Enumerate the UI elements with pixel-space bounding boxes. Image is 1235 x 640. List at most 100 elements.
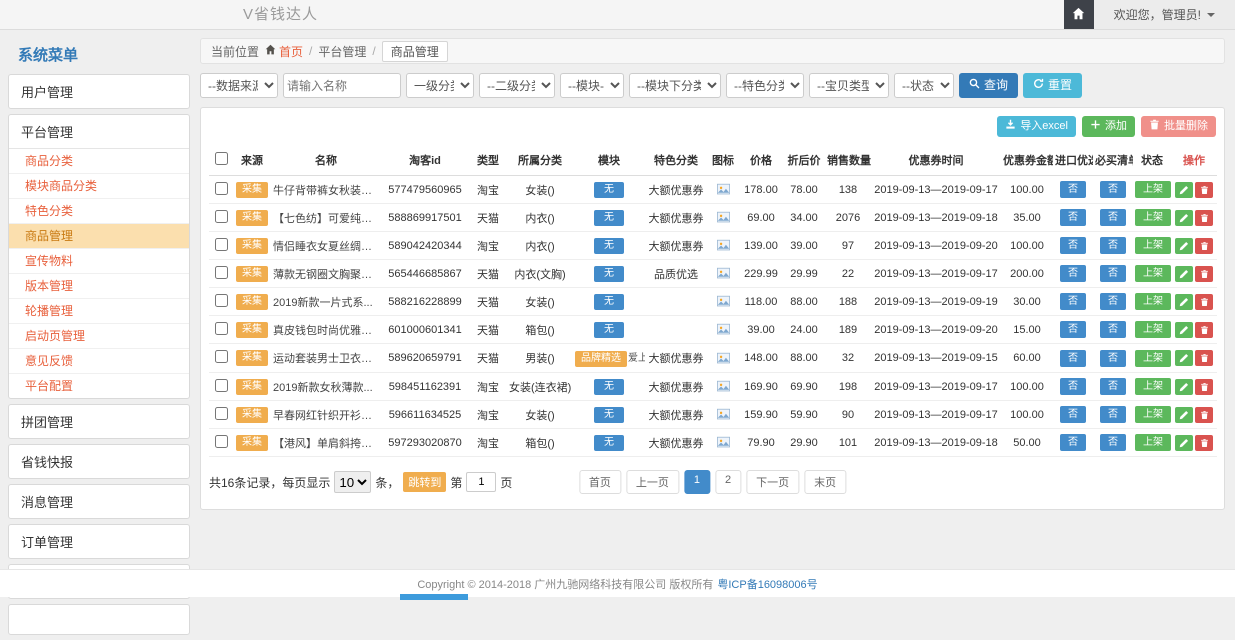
delete-icon[interactable]	[1195, 379, 1213, 395]
user-menu[interactable]: 欢迎您，管理员!	[1094, 0, 1235, 29]
name-search-input[interactable]	[283, 73, 401, 98]
delete-icon[interactable]	[1195, 266, 1213, 282]
status-button[interactable]: 上架	[1135, 406, 1171, 423]
delete-icon[interactable]	[1195, 294, 1213, 310]
sidebar-subitem[interactable]: 版本管理	[9, 274, 189, 299]
search-button[interactable]: 查询	[959, 73, 1018, 97]
row-checkbox[interactable]	[215, 266, 228, 279]
status-button[interactable]: 上架	[1135, 378, 1171, 395]
module-subcategory-filter[interactable]: --模块下分类--	[629, 73, 721, 98]
import-select-toggle-button[interactable]: 否	[1060, 406, 1086, 423]
status-button[interactable]: 上架	[1135, 350, 1171, 367]
add-button[interactable]: 添加	[1082, 116, 1135, 137]
page-number-input[interactable]	[466, 472, 496, 492]
delete-icon[interactable]	[1195, 210, 1213, 226]
icp-link[interactable]: 粤ICP备16098006号	[717, 576, 817, 592]
pagination-button[interactable]: 1	[684, 470, 710, 494]
edit-icon[interactable]	[1175, 322, 1193, 338]
delete-icon[interactable]	[1195, 238, 1213, 254]
sidebar-subitem[interactable]: 商品管理	[9, 224, 189, 249]
sidebar-subitem[interactable]: 意见反馈	[9, 349, 189, 374]
jump-label[interactable]: 跳转到	[403, 472, 446, 492]
must-buy-toggle-button[interactable]: 否	[1100, 350, 1126, 367]
feature-category-filter[interactable]: --特色分类--	[726, 73, 804, 98]
sidebar-subitem[interactable]: 启动页管理	[9, 324, 189, 349]
import-select-toggle-button[interactable]: 否	[1060, 321, 1086, 338]
import-select-toggle-button[interactable]: 否	[1060, 237, 1086, 254]
level2-category-filter[interactable]: --二级分类--	[479, 73, 555, 98]
edit-icon[interactable]	[1175, 238, 1193, 254]
sidebar-item[interactable]: 拼团管理	[9, 405, 189, 438]
edit-icon[interactable]	[1175, 294, 1193, 310]
must-buy-toggle-button[interactable]: 否	[1100, 181, 1126, 198]
delete-icon[interactable]	[1195, 435, 1213, 451]
row-checkbox[interactable]	[215, 322, 228, 335]
module-filter[interactable]: --模块--	[560, 73, 624, 98]
edit-icon[interactable]	[1175, 350, 1193, 366]
status-button[interactable]: 上架	[1135, 265, 1171, 282]
import-select-toggle-button[interactable]: 否	[1060, 265, 1086, 282]
sidebar-item[interactable]: 平台管理	[9, 115, 189, 148]
pagination-button[interactable]: 上一页	[626, 470, 679, 494]
sidebar-subitem[interactable]: 轮播管理	[9, 299, 189, 324]
sidebar-subitem[interactable]: 商品分类	[9, 149, 189, 174]
pagination-button[interactable]: 末页	[804, 470, 846, 494]
sidebar-subitem[interactable]: 特色分类	[9, 199, 189, 224]
sidebar-item[interactable]: 用户管理	[9, 75, 189, 108]
sidebar-item[interactable]: 订单管理	[9, 525, 189, 558]
edit-icon[interactable]	[1175, 210, 1193, 226]
edit-icon[interactable]	[1175, 435, 1193, 451]
must-buy-toggle-button[interactable]: 否	[1100, 406, 1126, 423]
row-checkbox[interactable]	[215, 407, 228, 420]
sidebar-subitem[interactable]: 模块商品分类	[9, 174, 189, 199]
edit-icon[interactable]	[1175, 266, 1193, 282]
must-buy-toggle-button[interactable]: 否	[1100, 237, 1126, 254]
status-button[interactable]: 上架	[1135, 209, 1171, 226]
must-buy-toggle-button[interactable]: 否	[1100, 378, 1126, 395]
status-button[interactable]: 上架	[1135, 321, 1171, 338]
must-buy-toggle-button[interactable]: 否	[1100, 209, 1126, 226]
pagination-button[interactable]: 首页	[579, 470, 621, 494]
import-select-toggle-button[interactable]: 否	[1060, 209, 1086, 226]
sidebar-item[interactable]	[9, 605, 189, 634]
item-type-filter[interactable]: --宝贝类型--	[809, 73, 889, 98]
delete-icon[interactable]	[1195, 407, 1213, 423]
import-select-toggle-button[interactable]: 否	[1060, 378, 1086, 395]
data-source-filter[interactable]: --数据来源--	[200, 73, 278, 98]
edit-icon[interactable]	[1175, 182, 1193, 198]
delete-icon[interactable]	[1195, 350, 1213, 366]
import-excel-button[interactable]: 导入excel	[997, 116, 1076, 137]
pagination-button[interactable]: 下一页	[746, 470, 799, 494]
row-checkbox[interactable]	[215, 294, 228, 307]
row-checkbox[interactable]	[215, 350, 228, 363]
edit-icon[interactable]	[1175, 407, 1193, 423]
sidebar-subitem[interactable]: 平台配置	[9, 374, 189, 398]
row-checkbox[interactable]	[215, 379, 228, 392]
import-select-toggle-button[interactable]: 否	[1060, 181, 1086, 198]
page-size-select[interactable]: 10	[334, 471, 371, 493]
status-button[interactable]: 上架	[1135, 237, 1171, 254]
sidebar-item[interactable]: 消息管理	[9, 485, 189, 518]
status-button[interactable]: 上架	[1135, 181, 1171, 198]
reset-button[interactable]: 重置	[1023, 73, 1082, 97]
status-button[interactable]: 上架	[1135, 434, 1171, 451]
level1-category-filter[interactable]: 一级分类	[406, 73, 474, 98]
batch-delete-button[interactable]: 批量删除	[1141, 116, 1216, 137]
sidebar-item[interactable]: 省钱快报	[9, 445, 189, 478]
status-button[interactable]: 上架	[1135, 293, 1171, 310]
import-select-toggle-button[interactable]: 否	[1060, 350, 1086, 367]
home-button[interactable]	[1064, 0, 1094, 29]
status-filter[interactable]: --状态--	[894, 73, 954, 98]
must-buy-toggle-button[interactable]: 否	[1100, 321, 1126, 338]
edit-icon[interactable]	[1175, 379, 1193, 395]
row-checkbox[interactable]	[215, 435, 228, 448]
import-select-toggle-button[interactable]: 否	[1060, 434, 1086, 451]
must-buy-toggle-button[interactable]: 否	[1100, 434, 1126, 451]
pagination-button[interactable]: 2	[715, 470, 741, 494]
delete-icon[interactable]	[1195, 322, 1213, 338]
row-checkbox[interactable]	[215, 238, 228, 251]
must-buy-toggle-button[interactable]: 否	[1100, 265, 1126, 282]
row-checkbox[interactable]	[215, 210, 228, 223]
import-select-toggle-button[interactable]: 否	[1060, 293, 1086, 310]
must-buy-toggle-button[interactable]: 否	[1100, 293, 1126, 310]
